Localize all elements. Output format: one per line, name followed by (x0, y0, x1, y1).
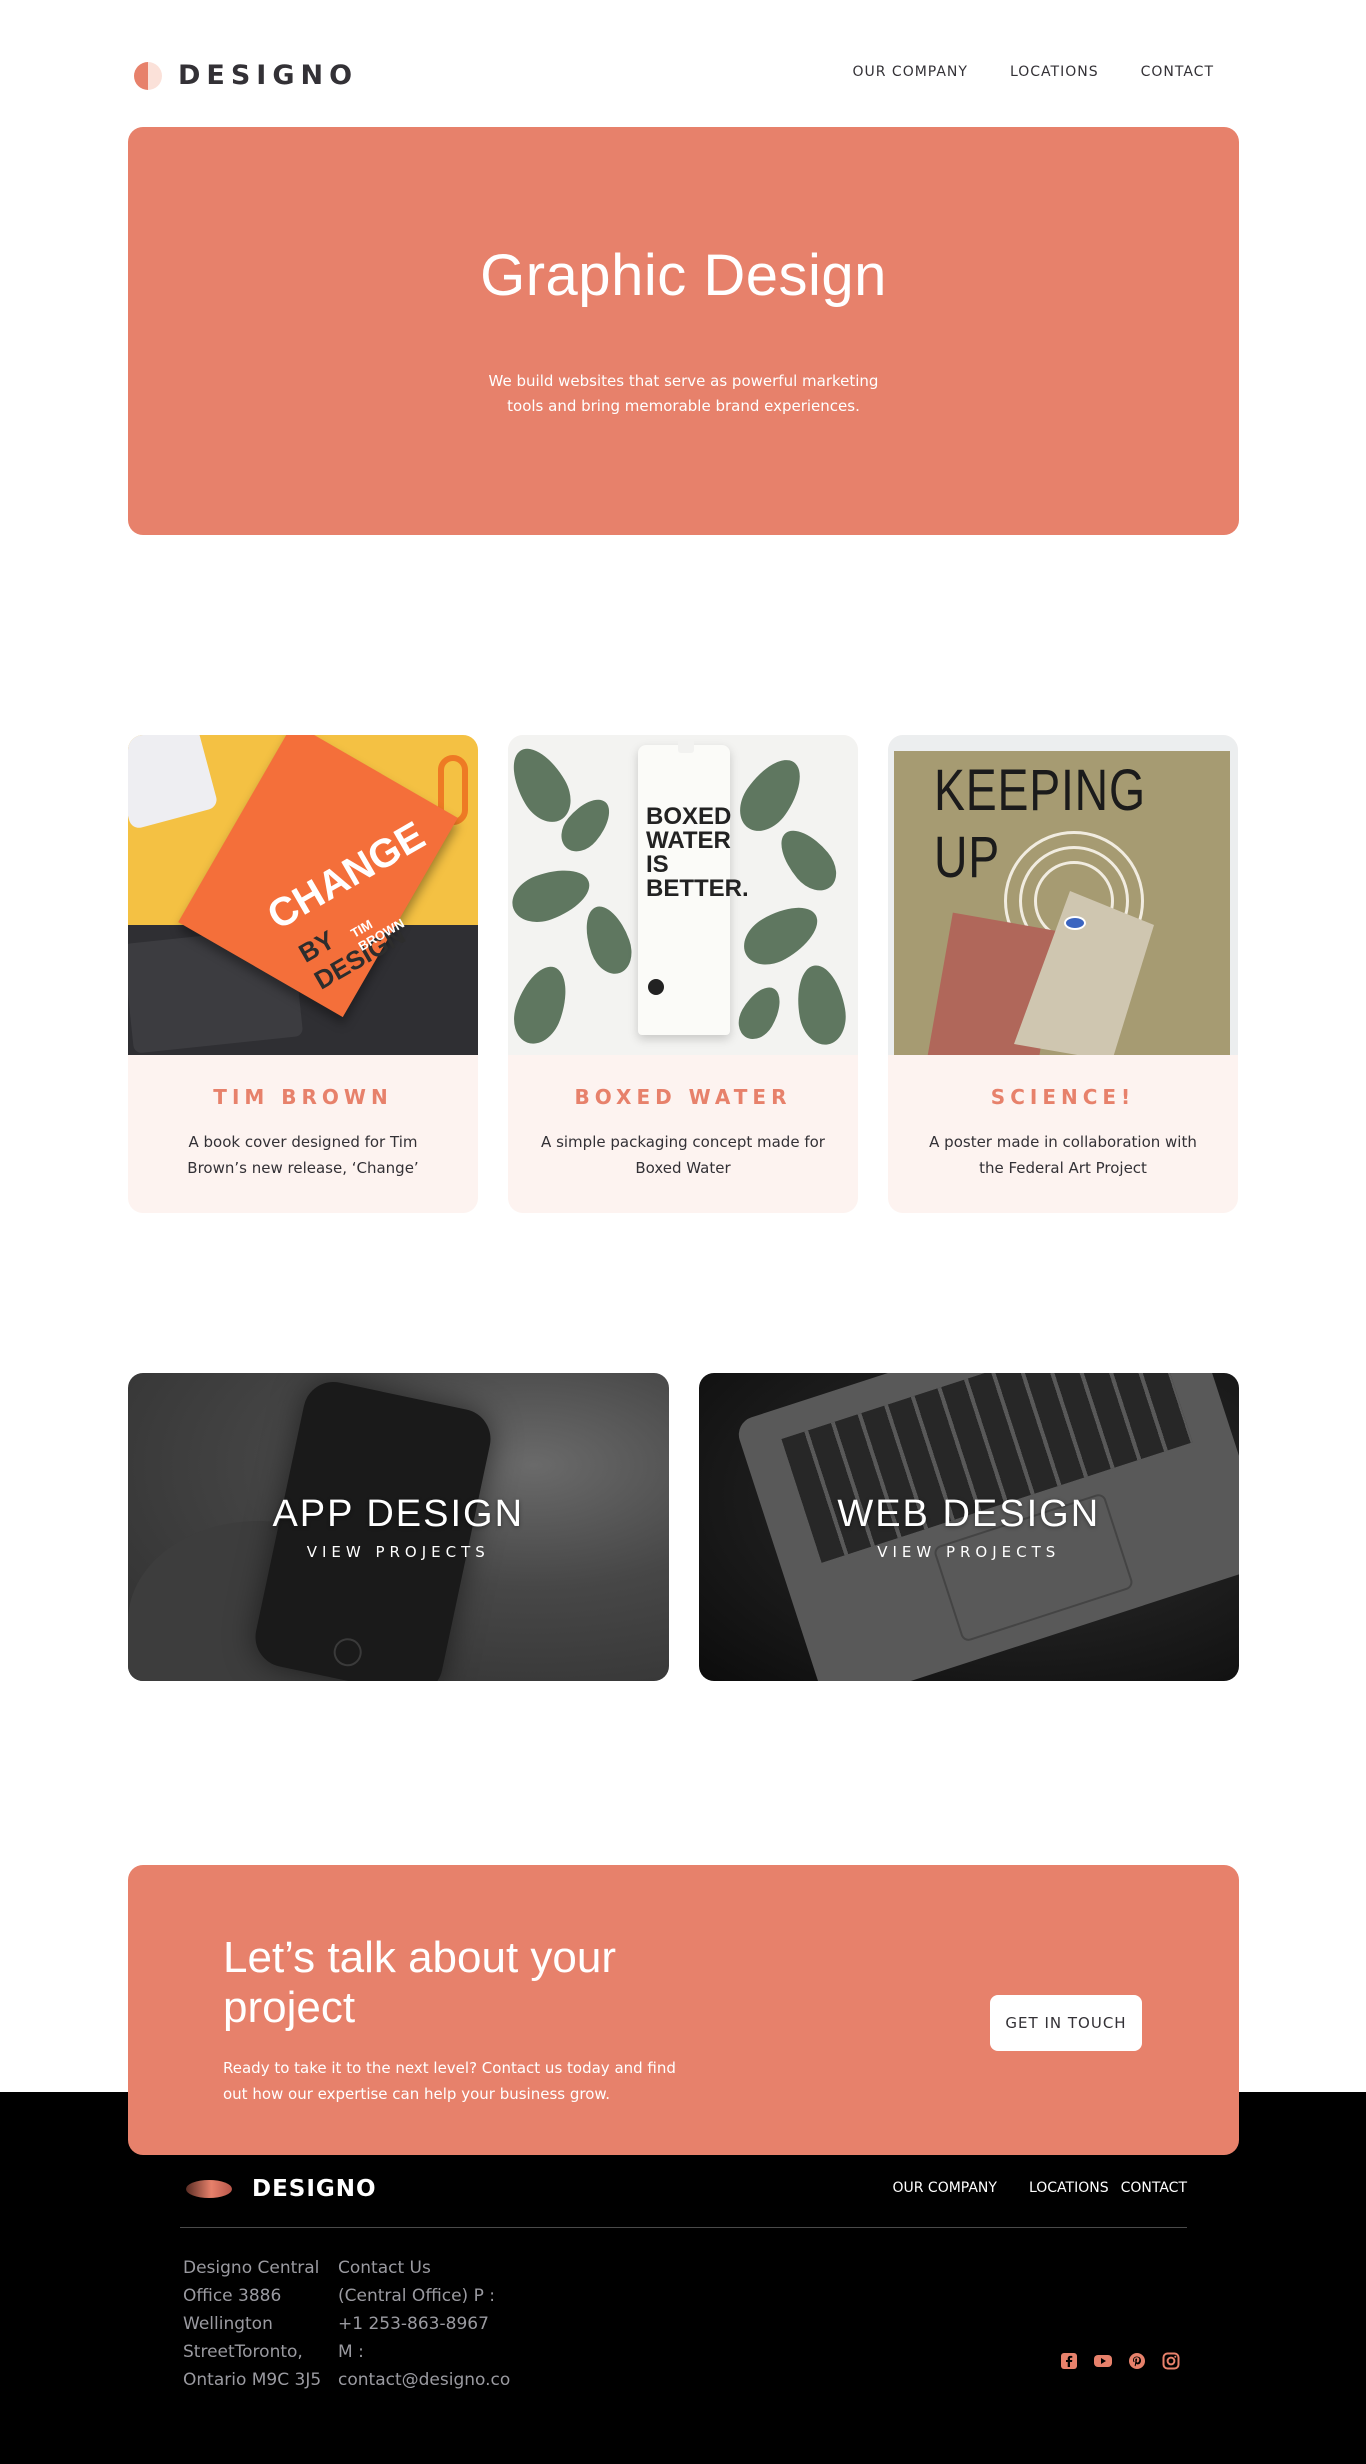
logo-mark-icon (134, 61, 162, 90)
footer-nav: OUR COMPANY LOCATIONS CONTACT (892, 2180, 1187, 2196)
logo[interactable]: DESIGNO (134, 60, 358, 91)
hero-description: We build websites that serve as powerful… (488, 372, 879, 415)
project-card-tim-brown[interactable]: CHANGE BY DESIGN TIM BROWN TIM BROWN A b… (128, 735, 478, 1213)
footer-logo-mark-icon (186, 2180, 232, 2198)
tile-title: APP DESIGN (272, 1493, 525, 1535)
hero-title: Graphic Design (480, 243, 887, 308)
card-title: BOXED WATER (574, 1085, 792, 1109)
tile-title: WEB DESIGN (837, 1493, 1101, 1535)
project-card-science[interactable]: KEEPING UP SCIENCE! A poster made in col… (888, 735, 1238, 1213)
footer-nav-contact[interactable]: CONTACT (1121, 2180, 1187, 2196)
footer-logo[interactable]: DESIGNO (186, 2176, 377, 2202)
poster-image: KEEPING UP (888, 735, 1238, 1055)
project-cards: CHANGE BY DESIGN TIM BROWN TIM BROWN A b… (128, 735, 1239, 1213)
footer-divider (180, 2227, 1187, 2228)
nav-contact[interactable]: CONTACT (1141, 64, 1214, 80)
nav-locations[interactable]: LOCATIONS (1010, 64, 1099, 80)
view-projects-link[interactable]: VIEW PROJECTS (128, 1543, 669, 1561)
app-design-tile[interactable]: APP DESIGN VIEW PROJECTS (128, 1373, 669, 1681)
footer-logo-text: DESIGNO (252, 2176, 377, 2202)
cta-title: Let’s talk about your project (223, 1933, 616, 2032)
instagram-icon[interactable] (1162, 2352, 1180, 2370)
view-projects-link[interactable]: VIEW PROJECTS (699, 1543, 1240, 1561)
cta-description: Ready to take it to the next level? Cont… (223, 2059, 676, 2103)
main-nav: OUR COMPANY LOCATIONS CONTACT (852, 64, 1214, 80)
card-description: A book cover designed for Tim Brown’s ne… (187, 1133, 419, 1177)
project-card-boxed-water[interactable]: BOXED WATER IS BETTER. BOXED WATER A sim… (508, 735, 858, 1213)
logo-text: DESIGNO (178, 60, 359, 91)
nav-our-company[interactable]: OUR COMPANY (852, 64, 967, 80)
youtube-icon[interactable] (1094, 2352, 1112, 2370)
footer-address: Designo Central Office 3886 Wellington S… (183, 2258, 322, 2390)
book-cover-image: CHANGE BY DESIGN TIM BROWN (128, 735, 478, 1055)
get-in-touch-button[interactable]: GET IN TOUCH (990, 1995, 1142, 2051)
project-categories: APP DESIGN VIEW PROJECTS WEB DESIGN VIEW… (128, 1373, 1239, 1681)
web-design-tile[interactable]: WEB DESIGN VIEW PROJECTS (698, 1373, 1240, 1681)
card-description: A simple packaging concept made for Boxe… (541, 1133, 825, 1177)
facebook-icon[interactable] (1060, 2352, 1078, 2370)
cta-banner: Let’s talk about your project Ready to t… (128, 1865, 1239, 2155)
hero-banner: Graphic Design We build websites that se… (128, 127, 1239, 535)
card-title: SCIENCE! (990, 1085, 1136, 1109)
site-header: DESIGNO OUR COMPANY LOCATIONS CONTACT (128, 54, 1238, 94)
footer-contact: Contact Us (Central Office) P : +1 253-8… (338, 2258, 511, 2390)
card-title: TIM BROWN (213, 1085, 393, 1109)
footer-nav-our-company[interactable]: OUR COMPANY (892, 2180, 996, 2196)
social-links (1060, 2352, 1180, 2370)
boxed-water-image: BOXED WATER IS BETTER. (508, 735, 858, 1055)
footer-nav-locations[interactable]: LOCATIONS (1029, 2180, 1109, 2196)
card-description: A poster made in collaboration with the … (929, 1133, 1197, 1177)
pinterest-icon[interactable] (1128, 2352, 1146, 2370)
